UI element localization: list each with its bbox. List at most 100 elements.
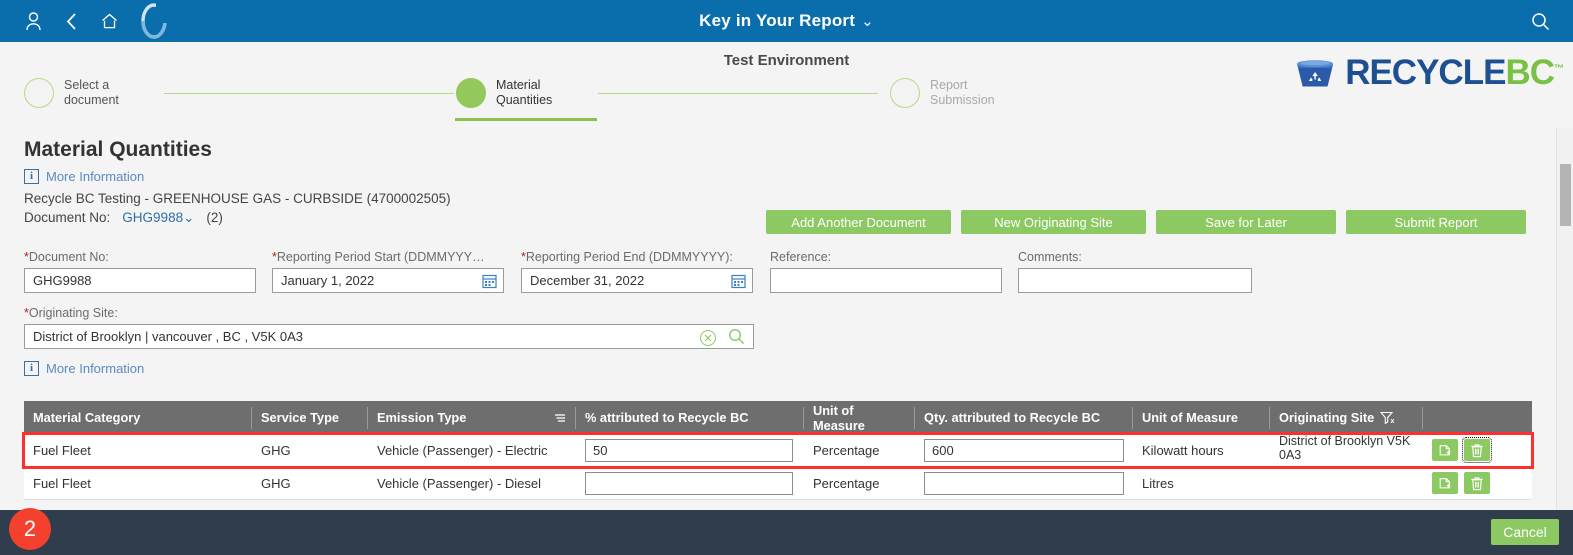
step-connector-1 (164, 93, 454, 94)
column-header-service-type[interactable]: Service Type (252, 406, 368, 429)
table-header-row: Material Category Service Type Emission … (24, 401, 1532, 434)
trademark-symbol: ™ (1554, 62, 1564, 74)
clear-icon[interactable]: ✕ (700, 330, 716, 346)
cell-emission-type: Vehicle (Passenger) - Electric (377, 442, 548, 458)
cell-qty-attributed (915, 467, 1133, 500)
field-label-document-no: *Document No: (24, 250, 256, 264)
company-logo-icon[interactable] (128, 0, 180, 42)
cell-originating-site: District of Brooklyn V5K 0A3 (1279, 433, 1411, 462)
pct-attributed-input[interactable] (585, 471, 793, 495)
step-connector-2 (598, 93, 878, 94)
more-information-link-top[interactable]: i More Information (24, 169, 144, 184)
document-count: (2) (206, 210, 223, 225)
cell-emission-type: Vehicle (Passenger) - Diesel (377, 475, 542, 491)
page-header-title[interactable]: Key in Your Report ⌄ (0, 11, 1573, 31)
cell-row-actions (1423, 467, 1532, 500)
more-information-label-top: More Information (46, 169, 145, 184)
field-originating-site: *Originating Site: ✕ (24, 306, 754, 349)
field-label-reporting-period-end: *Reporting Period End (DDMMYYYY): (521, 250, 753, 264)
step-dot-3 (890, 78, 920, 108)
input-wrapper-reporting-period-start (272, 268, 504, 293)
field-reference: Reference: (770, 250, 1002, 293)
footer-bar: Cancel (0, 510, 1573, 555)
cell-material-category: Fuel Fleet (33, 442, 91, 458)
cell-originating-site (1270, 467, 1423, 500)
sort-icon[interactable] (554, 413, 566, 423)
document-actions-toolbar: Add Another Document New Originating Sit… (766, 210, 1526, 234)
step-dot-1 (24, 78, 54, 108)
step-label-3: Report Submission (930, 78, 995, 108)
delete-row-icon[interactable] (1462, 437, 1492, 463)
qty-attributed-input[interactable] (924, 471, 1124, 495)
column-header-material-category[interactable]: Material Category (24, 406, 252, 429)
save-for-later-button[interactable]: Save for Later (1156, 210, 1336, 234)
copy-row-icon[interactable] (1432, 439, 1458, 461)
reference-input[interactable] (779, 269, 993, 292)
step-dot-2 (456, 78, 486, 108)
cell-qty-attributed (915, 434, 1133, 467)
wizard-step-indicator: Select a document Material Quantities Re… (0, 78, 1573, 124)
topbar-left-icons (0, 0, 180, 42)
top-navigation-bar: Key in Your Report ⌄ (0, 0, 1573, 42)
topbar-title-text: Key in Your Report (699, 11, 856, 30)
comments-input[interactable] (1027, 269, 1243, 292)
search-icon[interactable] (1523, 0, 1557, 42)
filter-clear-icon[interactable]: x (1380, 411, 1396, 424)
add-another-document-button[interactable]: Add Another Document (766, 210, 951, 234)
label-text-document-no: Document No: (28, 250, 109, 264)
label-text-originating-site: Originating Site: (28, 306, 118, 320)
cell-service-type: GHG (261, 442, 291, 458)
cell-row-actions (1423, 434, 1532, 467)
cancel-button[interactable]: Cancel (1491, 519, 1559, 545)
input-wrapper-document-no (24, 268, 256, 293)
field-label-originating-site: *Originating Site: (24, 306, 754, 320)
table-row[interactable]: Fuel Fleet GHG Vehicle (Passenger) - Ele… (22, 432, 1534, 469)
search-icon[interactable] (728, 328, 745, 348)
qty-attributed-input[interactable] (924, 438, 1124, 462)
main-content-area: Material Quantities i More Information R… (0, 128, 1556, 510)
user-icon[interactable] (14, 0, 52, 42)
document-no-dropdown[interactable]: GHG9988⌄ (122, 210, 194, 226)
submit-report-button[interactable]: Submit Report (1346, 210, 1526, 234)
reporting-period-end-input[interactable] (530, 269, 744, 292)
column-header-qty-attributed[interactable]: Qty. attributed to Recycle BC (915, 406, 1133, 429)
column-header-emission-type[interactable]: Emission Type (368, 406, 576, 429)
document-no-input[interactable] (33, 269, 247, 292)
field-label-reporting-period-start: *Reporting Period Start (DDMMYYY… (272, 250, 504, 264)
column-header-originating-site-label: Originating Site (1279, 410, 1375, 425)
column-header-unit-of-measure-2[interactable]: Unit of Measure (1133, 406, 1270, 429)
back-icon[interactable] (52, 0, 90, 42)
input-wrapper-comments (1018, 268, 1252, 293)
wizard-step-material-quantities[interactable]: Material Quantities (455, 78, 597, 121)
more-information-link-bottom[interactable]: i More Information (24, 361, 144, 376)
scrollbar-thumb[interactable] (1560, 164, 1571, 226)
home-icon[interactable] (90, 0, 128, 42)
chevron-down-icon: ⌄ (183, 210, 195, 225)
calendar-icon[interactable] (482, 273, 497, 292)
originating-site-input[interactable] (33, 325, 745, 348)
column-header-actions (1423, 407, 1532, 429)
delete-row-icon[interactable] (1464, 472, 1490, 494)
pct-attributed-input[interactable] (585, 438, 793, 462)
wizard-step-select-document[interactable]: Select a document (24, 78, 119, 108)
wizard-step-report-submission[interactable]: Report Submission (890, 78, 995, 108)
chevron-down-icon: ⌄ (861, 13, 874, 30)
field-reporting-period-start: *Reporting Period Start (DDMMYYY… (272, 250, 504, 293)
step-label-3-line2: Submission (930, 93, 995, 107)
column-header-pct-attributed[interactable]: % attributed to Recycle BC (576, 406, 804, 429)
calendar-icon[interactable] (731, 273, 746, 292)
table-row[interactable]: Fuel Fleet GHG Vehicle (Passenger) - Die… (24, 467, 1532, 500)
input-wrapper-reference (770, 268, 1002, 293)
copy-row-icon[interactable] (1432, 472, 1458, 494)
field-reporting-period-end: *Reporting Period End (DDMMYYYY): (521, 250, 753, 293)
reporting-period-start-input[interactable] (281, 269, 495, 292)
cell-unit-of-measure-1: Percentage (813, 442, 880, 458)
active-step-underline (455, 118, 597, 121)
document-description: Recycle BC Testing - GREENHOUSE GAS - CU… (24, 191, 451, 206)
new-originating-site-button[interactable]: New Originating Site (961, 210, 1146, 234)
vertical-scrollbar[interactable] (1556, 128, 1573, 510)
cell-pct-attributed (576, 434, 804, 467)
column-header-originating-site[interactable]: Originating Site x (1270, 406, 1423, 429)
column-header-unit-of-measure-1[interactable]: Unit of Measure (804, 403, 915, 433)
annotation-badge: 2 (9, 508, 51, 550)
